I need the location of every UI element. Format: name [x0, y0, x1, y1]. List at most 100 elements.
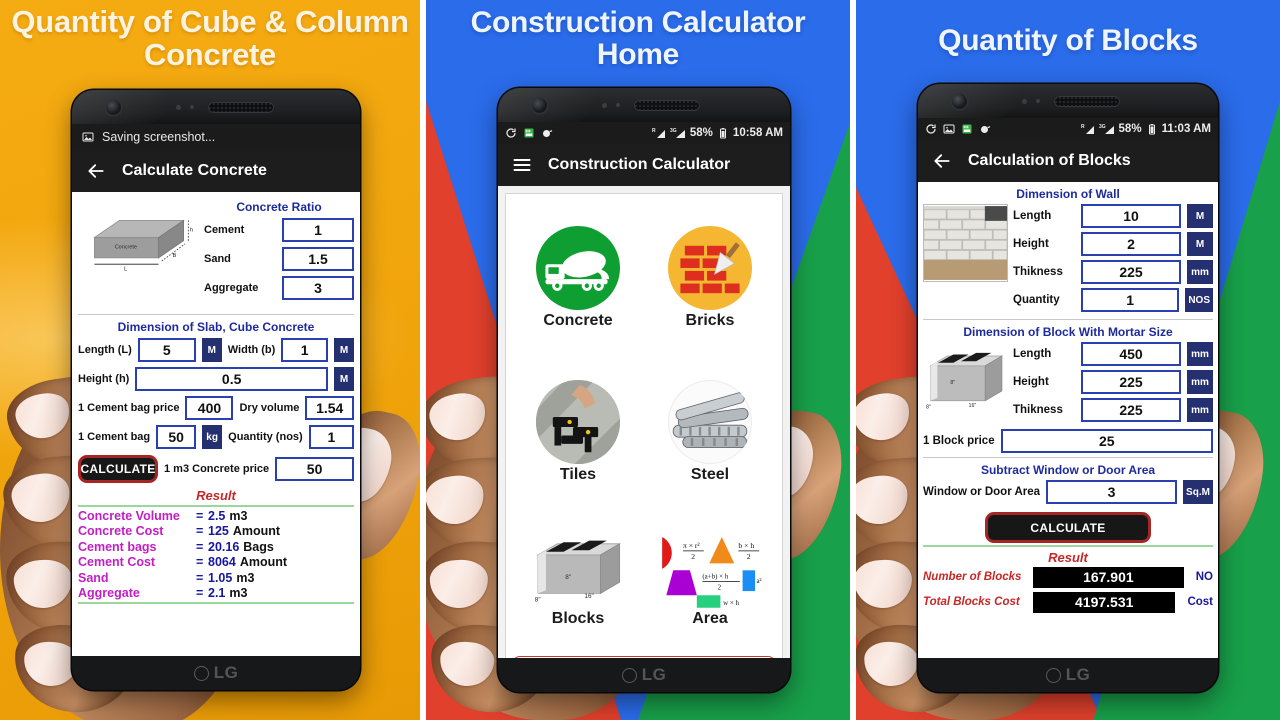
- svg-text:8": 8": [926, 404, 931, 410]
- alarm-icon: [981, 126, 991, 133]
- concrete-cube-diagram-icon: Concrete h B L: [80, 200, 198, 272]
- wall-quantity-input[interactable]: 1: [1081, 288, 1180, 312]
- arrow-left-icon[interactable]: [86, 161, 106, 181]
- width-input[interactable]: 1: [281, 338, 328, 362]
- brand-label-3: LG: [1065, 665, 1091, 684]
- quantity-input[interactable]: 1: [308, 425, 354, 449]
- result-key: Aggregate: [78, 586, 140, 600]
- calculate-button[interactable]: CALCULATE: [78, 455, 158, 483]
- earpiece-speaker: [1054, 96, 1120, 107]
- aggregate-input[interactable]: 3: [282, 276, 354, 300]
- length-width-row: Length (L) 5 M Width (b) 1 M: [78, 338, 354, 362]
- length-label: Length (L): [78, 344, 132, 356]
- result-key: Sand: [78, 570, 109, 585]
- arrow-left-icon[interactable]: [932, 151, 952, 171]
- tile-label: Bricks: [685, 312, 735, 329]
- lg-logo-icon: [193, 665, 209, 681]
- light-sensor-icon: [1036, 99, 1040, 103]
- length-input[interactable]: 5: [137, 338, 196, 362]
- result-unit: Amount: [232, 524, 281, 538]
- window-area-unit: Sq.M: [1183, 480, 1213, 504]
- calculate-button[interactable]: CALCULATE: [985, 512, 1151, 543]
- m3-price-input[interactable]: 50: [275, 457, 354, 481]
- block-thickness-input[interactable]: 225: [1081, 398, 1181, 422]
- wall-height-input[interactable]: 2: [1081, 232, 1181, 256]
- light-sensor-icon: [190, 105, 194, 109]
- battery-percent-3: 58%: [1118, 123, 1142, 135]
- sand-input[interactable]: 1.5: [282, 247, 354, 271]
- tile-bricks[interactable]: Bricks: [644, 202, 776, 354]
- feature-grid: Concrete Bricks Tiles Steel 8" 8" 16" Bl…: [512, 202, 776, 652]
- tile-area[interactable]: π × r² 2 b × h 2 (a+b) × h 2 a² w × h Ar…: [644, 510, 776, 652]
- brand-label-2: LG: [641, 665, 667, 684]
- result-unit: m3: [229, 586, 248, 600]
- tile-blocks[interactable]: 8" 8" 16" Blocks: [512, 510, 644, 652]
- window-area-input[interactable]: 3: [1046, 480, 1177, 504]
- cement-bag-input[interactable]: 50: [156, 425, 197, 449]
- tile-label: Tiles: [559, 466, 597, 483]
- svg-text:2: 2: [718, 585, 722, 592]
- gallery-panel-1: Quantity of Cube & Column Concrete Savin…: [0, 0, 420, 720]
- cement-input[interactable]: 1: [282, 218, 354, 242]
- proximity-sensor-icon: [1022, 99, 1027, 104]
- phone-top-bezel-3: [918, 84, 1218, 118]
- block-height-input[interactable]: 225: [1081, 370, 1181, 394]
- svg-text:Concrete: Concrete: [115, 245, 137, 251]
- width-label: Width (b): [227, 344, 276, 356]
- result-value: 4197.531: [1033, 591, 1176, 613]
- bag-price-label: 1 Cement bag price: [78, 402, 180, 414]
- result-row: Aggregate = 2.1 m3: [78, 586, 354, 600]
- window-area-label: Window or Door Area: [923, 486, 1041, 498]
- brick-wall-trowel-icon: [668, 226, 752, 310]
- app-bar-title-2: Construction Calculator: [548, 156, 731, 173]
- status-bar-3: R 3G 58% 11:03 AM: [918, 118, 1218, 140]
- result-equals: =: [196, 555, 204, 569]
- tile-tiles[interactable]: Tiles: [512, 356, 644, 508]
- ratio-row-cement: Cement 1: [204, 218, 354, 242]
- result-divider-bottom: [78, 602, 354, 604]
- cement-bag-label: 1 Cement bag: [78, 431, 151, 443]
- block-length-input[interactable]: 450: [1081, 342, 1181, 366]
- svg-text:R: R: [1081, 124, 1085, 130]
- dry-volume-input[interactable]: 1.54: [305, 396, 354, 420]
- block-price-input[interactable]: 25: [1000, 429, 1213, 453]
- rebar-steel-icon: [668, 380, 752, 464]
- signal-roaming-icon: R: [652, 128, 665, 138]
- result-row: Sand = 1.05 m3: [78, 571, 354, 585]
- phone-bottom-bezel-1: LG: [72, 656, 360, 690]
- area-formulas-icon: π × r² 2 b × h 2 (a+b) × h 2 a² w × h: [658, 534, 762, 608]
- phone-top-bezel-2: [498, 88, 790, 122]
- svg-text:8": 8": [535, 596, 541, 603]
- brand-label-1: LG: [213, 663, 239, 682]
- blocks-form: Dimension of Wall Length 10 M Height 2 M…: [918, 182, 1218, 658]
- block-length-unit: mm: [1187, 342, 1213, 366]
- result-equals: =: [196, 508, 204, 523]
- get-more-features-button[interactable]: Get More Features: [512, 656, 776, 658]
- result-key: Concrete Volume: [78, 508, 180, 523]
- result-key: Cement Cost: [78, 555, 156, 569]
- result-row-blocks: Number of Blocks 167.901 NO: [923, 566, 1213, 588]
- hamburger-menu-icon[interactable]: [512, 155, 532, 175]
- notification-bar-1[interactable]: Saving screenshot...: [72, 124, 360, 150]
- app-bar-1: Calculate Concrete: [72, 150, 360, 192]
- block-height-unit: mm: [1187, 370, 1213, 394]
- front-camera-icon: [952, 94, 967, 109]
- app-bar-title-1: Calculate Concrete: [122, 162, 267, 179]
- wall-thickness-input[interactable]: 225: [1081, 260, 1181, 284]
- svg-text:2: 2: [747, 552, 751, 561]
- wall-length-input[interactable]: 10: [1081, 204, 1181, 228]
- height-input[interactable]: 0.5: [135, 367, 328, 391]
- bag-price-input[interactable]: 400: [185, 396, 234, 420]
- tile-label: Blocks: [551, 610, 605, 627]
- wall-height-label: Height: [1013, 238, 1049, 250]
- concrete-ratio-title: Concrete Ratio: [236, 200, 322, 214]
- block-thickness-unit: mm: [1187, 398, 1213, 422]
- subtract-section-title: Subtract Window or Door Area: [980, 463, 1156, 477]
- front-camera-icon: [532, 98, 547, 113]
- gallery-panel-2: Construction Calculator Home R 3G 58% 10…: [426, 0, 850, 720]
- tile-concrete[interactable]: Concrete: [512, 202, 644, 354]
- tile-steel[interactable]: Steel: [644, 356, 776, 508]
- svg-text:R: R: [652, 128, 656, 134]
- result-key: Total Blocks Cost: [923, 596, 1020, 608]
- gallery-panel-3: Quantity of Blocks R 3G 58% 11:03 AM Cal…: [856, 0, 1280, 720]
